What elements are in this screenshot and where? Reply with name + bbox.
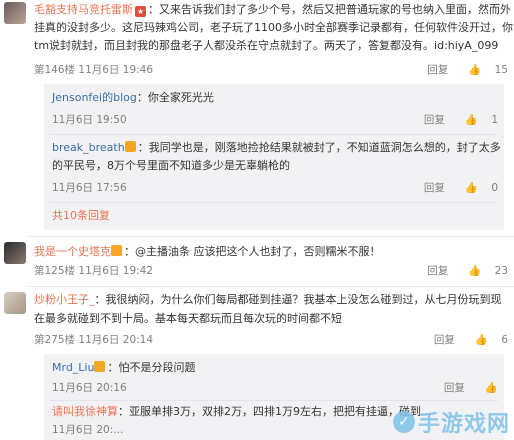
thumbs-up-icon: 👍 [474, 334, 488, 346]
watermark-logo-icon: ✓ [392, 411, 415, 433]
divider [50, 202, 498, 203]
avatar[interactable] [4, 242, 26, 264]
divider [50, 134, 498, 135]
verified-badge-icon [124, 141, 136, 152]
like-button[interactable]: 👍 15 [458, 64, 508, 76]
reply-text: ：我同学也是，刚落地捡抢结果就被封了，不知道蓝洞怎么想的，封了太多 [137, 141, 501, 154]
comment-text-line: 挂真的没封多少。这尼玛辣鸡公司，老子玩了1100多小时全部赛季记录都有，任何软件… [34, 21, 513, 34]
thumbs-up-icon: 👍 [484, 382, 498, 394]
comment-text: ：我很纳闷，为什么你们每局都碰到挂逼？我基本上没怎么碰到过，从七月份玩到现 [94, 293, 502, 306]
reply-text-line: 的平民号，8万个号里面不知道多少是无辜躺枪的 [52, 159, 290, 172]
divider [50, 400, 498, 401]
thumbs-up-icon: 👍 [468, 265, 482, 277]
verified-badge-icon [111, 245, 122, 256]
floor-number: 第146楼 [34, 64, 76, 76]
like-button[interactable]: 👍 1 [455, 114, 498, 126]
reply-user-name[interactable]: Mrd_Liu [52, 361, 94, 374]
comment-text-line: 在最多就碰到不到十局。基本每天都玩而且每次玩的时间都不短 [34, 312, 342, 325]
reply-button[interactable]: 回复 [427, 64, 448, 76]
comment-125: 我是一个史塔克 ：@主播油条 应该把这个人也封了，否则糯米不服！ 第125楼 11… [0, 240, 514, 284]
like-button[interactable]: 👍 [475, 382, 498, 394]
reply-button[interactable]: 回复 [424, 114, 445, 126]
comment-text: ：@主播油条 应该把这个人也封了，否则糯米不服！ [124, 245, 381, 258]
reply-user-name[interactable]: 请叫我徐神算 [52, 405, 118, 418]
reply-user-name[interactable]: break_breath [52, 141, 125, 154]
thumbs-up-icon: 👍 [464, 182, 478, 194]
like-count: 15 [494, 64, 508, 76]
avatar[interactable] [4, 2, 26, 24]
floor-number: 第125楼 [34, 265, 76, 277]
reply-box: Jensonfei的blog：你全家死光光 11月6日 19:50 回复 👍 1 … [44, 84, 504, 230]
like-button[interactable]: 👍 23 [458, 265, 508, 277]
thumbs-up-icon: 👍 [464, 114, 478, 126]
star-badge-icon: ★ [135, 6, 146, 17]
verified-badge-icon [94, 361, 106, 372]
like-count: 6 [501, 334, 508, 346]
timestamp: 11月6日 20:14 [78, 334, 154, 346]
timestamp: 11月6日 20:16 [52, 382, 127, 394]
timestamp: 11月6日 17:56 [52, 182, 127, 194]
like-count: 0 [491, 182, 498, 194]
reply-text: ：亚服单排3万，双排2万，四排1万9左右，把把有挂逼，碰到... [118, 405, 432, 418]
avatar[interactable] [4, 292, 26, 314]
like-button[interactable]: 👍 6 [465, 334, 508, 346]
reply-user-name[interactable]: Jensonfei的blog [52, 91, 137, 104]
divider [28, 286, 514, 287]
more-replies-link[interactable]: 共10条回复 [52, 208, 110, 224]
comment-text-line: tm说封就封，而且封我的那盘老子人都没杀在守点就封了。两天了，答复都没有。id:… [34, 39, 499, 52]
reply-text: ：你全家死光光 [136, 91, 214, 104]
reply-button[interactable]: 回复 [444, 382, 465, 394]
timestamp: 11月6日 19:50 [52, 114, 127, 126]
reply-button[interactable]: 回复 [424, 182, 445, 194]
comment-user-name[interactable]: 毛豁支持马竞托雷斯 [34, 3, 133, 16]
watermark-text: 手游戏网 [417, 412, 510, 437]
like-count: 23 [494, 265, 508, 277]
watermark: ✓ 手游戏网 [392, 406, 510, 438]
like-count: 1 [491, 114, 498, 126]
reply-button[interactable]: 回复 [427, 265, 448, 277]
comment-text: ：又来告诉我们封了多少个号，然后又把普通玩家的号也纳入里面，然而外 [148, 3, 511, 16]
divider [28, 236, 514, 237]
reply-text: ：怕不是分段问题 [107, 361, 196, 374]
comment-146: 毛豁支持马竞托雷斯 ★ ：又来告诉我们封了多少个号，然后又把普通玩家的号也纳入里面，… [0, 0, 514, 230]
comment-user-name[interactable]: 炒粉小王子_ [34, 293, 95, 306]
like-button[interactable]: 👍 0 [455, 182, 498, 194]
timestamp: 11月6日 20:... [52, 424, 124, 436]
thumbs-up-icon: 👍 [468, 64, 482, 76]
comment-user-name[interactable]: 我是一个史塔克 [34, 245, 111, 258]
timestamp: 11月6日 19:46 [78, 64, 154, 76]
timestamp: 11月6日 19:42 [78, 265, 154, 277]
reply-button[interactable]: 回复 [434, 334, 455, 346]
floor-number: 第275楼 [34, 334, 76, 346]
